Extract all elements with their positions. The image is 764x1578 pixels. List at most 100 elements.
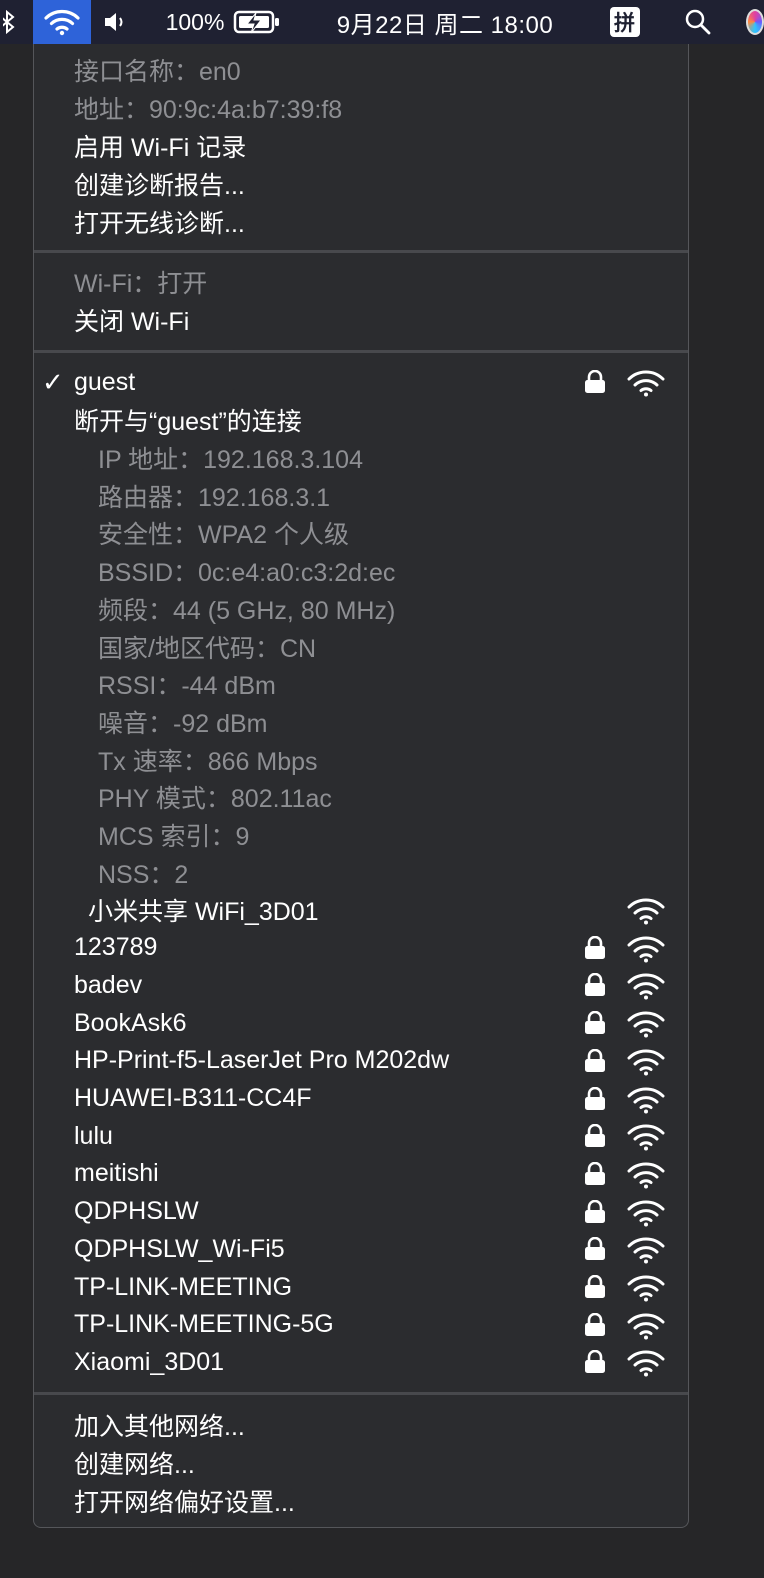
network-list-item[interactable]: badev [34,966,688,1004]
lock-icon [585,1237,605,1261]
join-other-network-label: 加入其他网络... [74,1413,245,1441]
network-detail-label: PHY 模式：802.11ac [98,785,332,814]
network-list-item[interactable]: 小米共享 WiFi_3D01 [34,891,688,929]
siri-icon[interactable] [742,0,764,44]
wifi-signal-icon [627,936,665,963]
network-detail-item: 国家/地区代码：CN [34,628,688,666]
open-network-preferences-label: 打开网络偏好设置... [74,1489,295,1517]
lock-icon [585,1048,605,1072]
interface-name-item: 接口名称：en0 [34,51,688,89]
separator [34,250,688,253]
network-detail-label: 路由器：192.168.3.1 [98,483,331,512]
connected-network-name: guest [74,367,136,396]
connected-network-item[interactable]: ✓ guest [34,363,688,401]
wifi-status-item: Wi-Fi：打开 [34,263,688,301]
network-name: BookAsk6 [74,1008,187,1037]
lock-icon [585,1350,605,1374]
network-list-item[interactable]: HP-Print-f5-LaserJet Pro M202dw [34,1042,688,1080]
lock-icon [585,935,605,959]
create-network-label: 创建网络... [74,1451,195,1479]
interface-name-label: 接口名称：en0 [74,58,241,86]
bluetooth-icon[interactable] [0,0,20,44]
disconnect-network-label: 断开与“guest”的连接 [74,408,302,436]
network-name: lulu [74,1121,113,1150]
wifi-menu: 接口名称：en0 地址：90:9c:4a:b7:39:f8 启用 Wi-Fi 记… [33,44,689,1528]
turn-wifi-off-label: 关闭 Wi-Fi [74,308,190,336]
lock-icon [585,1161,605,1185]
network-name: 123789 [74,933,158,962]
battery-charging-icon[interactable] [232,0,282,44]
enable-wifi-logging-item[interactable]: 启用 Wi-Fi 记录 [34,127,688,165]
network-name: Xiaomi_3D01 [74,1347,225,1376]
network-detail-label: BSSID：0c:e4:a0:c3:2d:ec [98,559,396,588]
network-name: TP-LINK-MEETING-5G [74,1310,334,1339]
network-list-item[interactable]: QDPHSLW_Wi-Fi5 [34,1230,688,1268]
network-name: badev [74,970,143,999]
wifi-signal-icon [627,370,665,397]
enable-wifi-logging-label: 启用 Wi-Fi 记录 [74,134,247,162]
network-list-item[interactable]: TP-LINK-MEETING [34,1268,688,1306]
network-detail-item: RSSI：-44 dBm [34,665,688,703]
turn-wifi-off-item[interactable]: 关闭 Wi-Fi [34,301,688,339]
lock-icon [585,1312,605,1336]
battery-percent: 100% [165,8,225,35]
wifi-signal-icon [627,1162,665,1189]
disconnect-network-item[interactable]: 断开与“guest”的连接 [34,401,688,439]
lock-icon [585,1275,605,1298]
wifi-signal-icon [627,1313,665,1340]
open-wireless-diagnostics-label: 打开无线诊断... [74,210,245,238]
address-label: 地址：90:9c:4a:b7:39:f8 [74,96,343,124]
network-list-item[interactable]: 123789 [34,929,688,967]
separator [34,1392,688,1395]
network-detail-item: BSSID：0c:e4:a0:c3:2d:ec [34,552,688,590]
network-list-item[interactable]: BookAsk6 [34,1004,688,1042]
network-detail-item: Tx 速率：866 Mbps [34,741,688,779]
input-method[interactable]: 拼 [608,0,641,44]
lock-icon [585,1199,605,1223]
address-item: 地址：90:9c:4a:b7:39:f8 [34,89,688,127]
clock[interactable]: 9月22日 周二 18:00 [310,0,580,44]
open-network-preferences-item[interactable]: 打开网络偏好设置... [34,1482,688,1520]
network-detail-item: 路由器：192.168.3.1 [34,477,688,515]
network-detail-item: IP 地址：192.168.3.104 [34,439,688,477]
network-detail-label: MCS 索引：9 [98,823,250,851]
network-detail-item: MCS 索引：9 [34,816,688,854]
lock-icon [585,1011,605,1035]
network-name: QDPHSLW [74,1197,199,1226]
wifi-status-icon[interactable] [33,0,91,44]
network-name: 小米共享 WiFi_3D01 [88,898,319,926]
join-other-network-item[interactable]: 加入其他网络... [34,1406,688,1444]
network-detail-label: 安全性：WPA2 个人级 [98,521,349,550]
lock-icon [585,1086,605,1110]
network-detail-label: IP 地址：192.168.3.104 [98,446,363,474]
wifi-signal-icon [627,1275,665,1302]
wifi-signal-icon [627,1124,665,1151]
wifi-signal-icon [627,1049,665,1076]
network-list-item[interactable]: TP-LINK-MEETING-5G [34,1306,688,1344]
separator [34,350,688,353]
network-list-item[interactable]: meitishi [34,1155,688,1193]
wifi-signal-icon [627,1237,665,1264]
network-list-item[interactable]: HUAWEI-B311-CC4F [34,1080,688,1118]
volume-icon[interactable] [98,0,134,44]
network-detail-label: 国家/地区代码：CN [98,634,317,663]
network-list-item[interactable]: Xiaomi_3D01 [34,1343,688,1381]
network-list-item[interactable]: lulu [34,1117,688,1155]
open-wireless-diagnostics-item[interactable]: 打开无线诊断... [34,203,688,241]
checkmark-icon: ✓ [42,366,64,397]
create-network-item[interactable]: 创建网络... [34,1444,688,1482]
network-name: QDPHSLW_Wi-Fi5 [74,1234,285,1263]
spotlight-search-icon[interactable] [680,0,716,44]
network-name: TP-LINK-MEETING [74,1272,293,1301]
wifi-signal-icon [627,1350,665,1377]
create-diagnostics-report-label: 创建诊断报告... [74,172,245,200]
create-diagnostics-report-item[interactable]: 创建诊断报告... [34,165,688,203]
wifi-signal-icon [627,1200,665,1227]
input-method-label: 拼 [609,7,640,37]
desktop-background [0,44,33,1578]
network-name: HUAWEI-B311-CC4F [74,1084,312,1112]
network-list-item[interactable]: QDPHSLW [34,1193,688,1231]
network-name: meitishi [74,1159,159,1188]
lock-icon [585,1124,605,1148]
network-detail-item: NSS：2 [34,854,688,892]
